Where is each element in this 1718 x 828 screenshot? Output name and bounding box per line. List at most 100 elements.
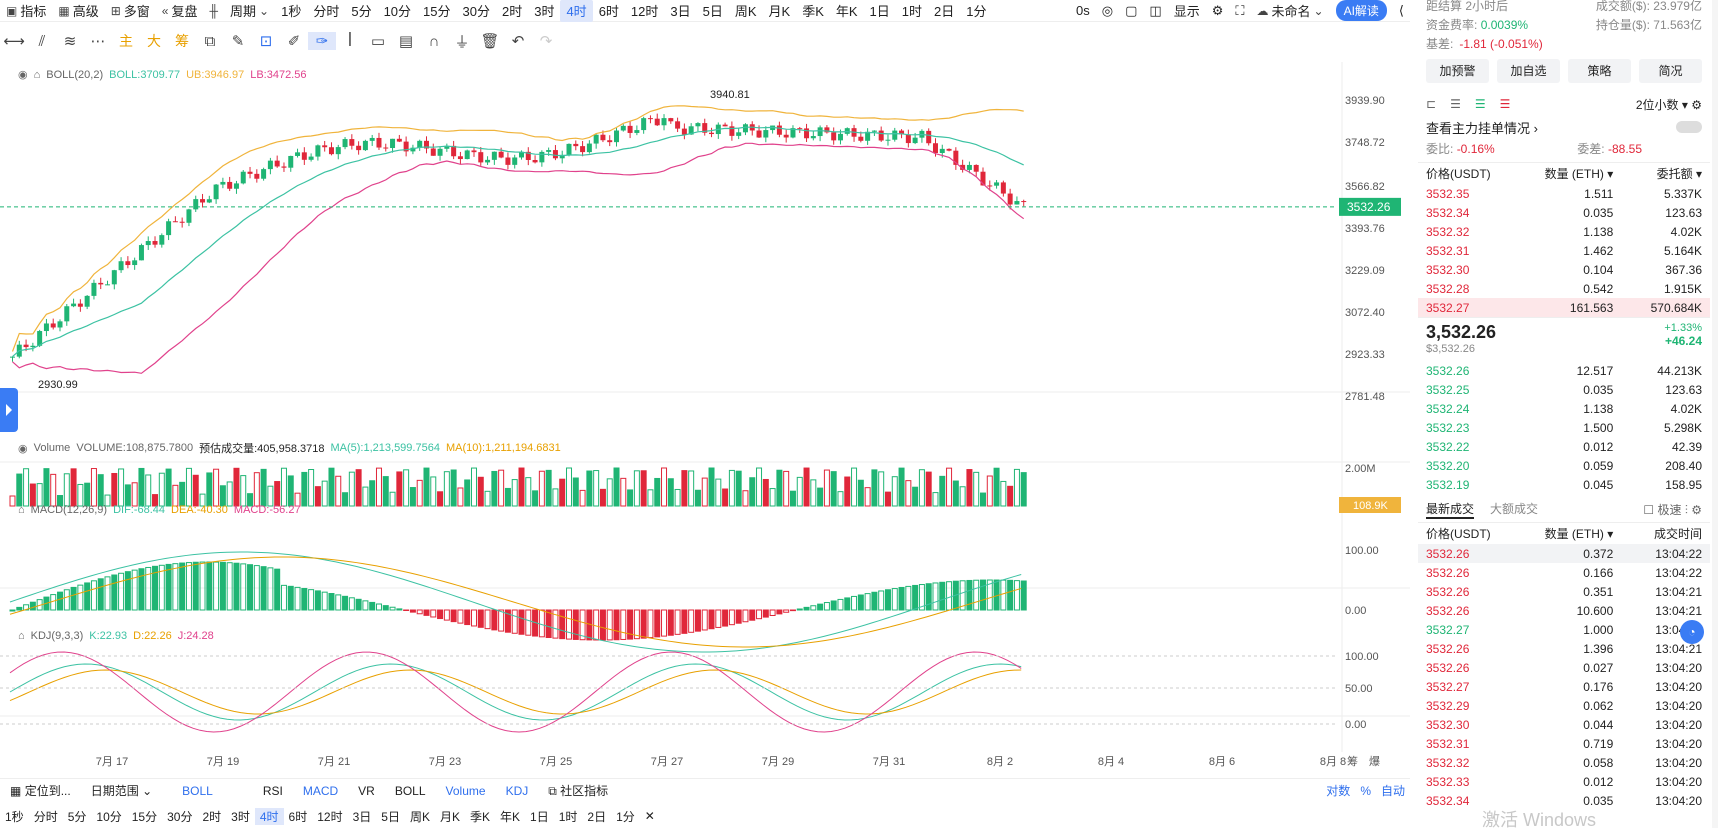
orderbook-row[interactable]: 3532.23 1.500 5.298K xyxy=(1418,418,1710,437)
period-11[interactable]: 2时 xyxy=(496,0,528,22)
bottom-period-8[interactable]: 4时 xyxy=(254,807,284,825)
orderbook-row[interactable]: 3532.26 12.517 44.213K xyxy=(1418,361,1710,380)
orderbook-row[interactable]: 3532.25 0.035 123.63 xyxy=(1418,380,1710,399)
period-17[interactable]: 5日 xyxy=(697,0,729,22)
multi-window-button[interactable]: ⊞ 多窗 xyxy=(105,0,156,22)
orderbook-bids-icon[interactable]: ☰ xyxy=(1475,97,1486,111)
bottom-period-18[interactable]: 1时 xyxy=(554,808,583,825)
period-7[interactable]: 5分 xyxy=(345,0,377,22)
orderbook-mode-icon[interactable]: ☰ xyxy=(1450,97,1461,111)
period-16[interactable]: 3日 xyxy=(664,0,696,22)
period-20[interactable]: 季K xyxy=(796,0,830,22)
trade-qty-header[interactable]: 数量 (ETH) ▾ xyxy=(1534,525,1614,542)
qty-header[interactable]: 数量 (ETH) ▾ xyxy=(1534,165,1614,182)
lock-icon[interactable]: ⌂ xyxy=(18,504,25,516)
period-8[interactable]: 10分 xyxy=(378,0,417,22)
orderbook-row[interactable]: 3532.35 1.511 5.337K xyxy=(1418,184,1710,203)
filter-icon[interactable]: ⫶ xyxy=(1685,503,1688,517)
date-range-dropdown[interactable]: 日期范围 ⌄ xyxy=(81,782,162,799)
text-icon[interactable]: ▤ xyxy=(392,32,420,50)
bottom-period-9[interactable]: 6时 xyxy=(284,808,313,825)
pen-icon[interactable]: ✎ xyxy=(224,32,252,50)
copy-icon[interactable]: ⧉ xyxy=(196,33,224,50)
chips-button[interactable]: 筹 xyxy=(168,31,196,51)
period-24[interactable]: 2日 xyxy=(928,0,960,22)
period-15[interactable]: 12时 xyxy=(625,0,664,22)
big-order-button[interactable]: 大 xyxy=(140,31,168,51)
period-14[interactable]: 6时 xyxy=(593,0,625,22)
period-dropdown[interactable]: 周期 ⌄ xyxy=(224,0,275,22)
layout-icon[interactable]: ◫ xyxy=(1143,0,1167,22)
floating-action-button[interactable]: ◔ xyxy=(1680,620,1704,644)
add-alert-button[interactable]: 加预警 xyxy=(1426,59,1489,83)
bottom-period-7[interactable]: 3时 xyxy=(226,808,255,825)
period-19[interactable]: 月K xyxy=(763,0,797,22)
bottom-period-15[interactable]: 季K xyxy=(465,808,495,825)
line-tool-icon[interactable]: ⟷ xyxy=(0,32,28,50)
amount-header[interactable]: 委托额 ▾ xyxy=(1613,165,1702,182)
undo-icon[interactable]: ↶ xyxy=(504,32,532,50)
period-5[interactable]: 1秒 xyxy=(275,0,307,22)
trash-icon[interactable]: 🗑 xyxy=(476,32,504,50)
indicator-button[interactable]: ▣ 指标 xyxy=(0,0,52,22)
add-watchlist-button[interactable]: 加自选 xyxy=(1497,59,1560,83)
period-21[interactable]: 年K xyxy=(830,0,864,22)
bottom-period-20[interactable]: 1分 xyxy=(611,808,640,825)
bottom-period-6[interactable]: 2时 xyxy=(197,808,226,825)
settings-icon[interactable]: ⚙ xyxy=(1206,0,1230,22)
filter-icon[interactable]: ⏚ xyxy=(448,31,476,52)
lock-icon[interactable]: ⌂ xyxy=(18,630,25,642)
orderbook-row[interactable]: 3532.20 0.059 208.40 xyxy=(1418,456,1710,475)
tab-volume[interactable]: Volume xyxy=(436,784,496,798)
orderbook-row[interactable]: 3532.32 1.138 4.02K xyxy=(1418,222,1710,241)
orderbook-row[interactable]: 3532.30 0.104 367.36 xyxy=(1418,260,1710,279)
share-icon[interactable]: ⟨ xyxy=(1393,0,1410,22)
percent-toggle[interactable]: % xyxy=(1355,784,1376,798)
eye-icon[interactable]: ◉ xyxy=(18,442,28,455)
tab-vr[interactable]: VR xyxy=(348,784,385,798)
fast-checkbox[interactable]: ☐ xyxy=(1643,503,1654,517)
bottom-period-5[interactable]: 30分 xyxy=(162,808,197,825)
bottom-period-1[interactable]: 分时 xyxy=(29,808,63,825)
pattern-icon[interactable]: ꟾ xyxy=(336,32,364,50)
period-25[interactable]: 1分 xyxy=(960,0,992,22)
camera-icon[interactable]: ◎ xyxy=(1096,0,1119,22)
kline-chart[interactable]: 3939.90 3748.72 3566.82 3393.76 3229.09 3072.… xyxy=(0,62,1410,778)
decimals-dropdown[interactable]: 2位小数 xyxy=(1636,98,1679,112)
orderbook-row[interactable]: 3532.22 0.012 42.39 xyxy=(1418,437,1710,456)
locate-button[interactable]: ▦ 定位到... xyxy=(0,782,81,799)
magnet-icon[interactable]: ∩ xyxy=(420,33,448,50)
period-10[interactable]: 30分 xyxy=(457,0,496,22)
brush-icon[interactable]: ✑ xyxy=(308,32,336,50)
parallel-tool-icon[interactable]: ⫽ xyxy=(28,33,56,50)
main-force-button[interactable]: 主 xyxy=(112,31,140,51)
period-12[interactable]: 3时 xyxy=(528,0,560,22)
cloud-save-button[interactable]: ☁ 未命名 ⌄ xyxy=(1251,0,1330,22)
fib-tool-icon[interactable]: ≋ xyxy=(56,32,84,50)
tab-latest-trades[interactable]: 最新成交 xyxy=(1426,500,1475,519)
bottom-period-19[interactable]: 2日 xyxy=(582,808,611,825)
period-9[interactable]: 15分 xyxy=(417,0,456,22)
display-button[interactable]: 显示 xyxy=(1168,0,1206,22)
cursor-icon[interactable]: ⊡ xyxy=(252,32,280,50)
community-indicator-button[interactable]: ⧉ 社区指标 xyxy=(538,782,618,799)
period-23[interactable]: 1时 xyxy=(896,0,928,22)
lock-icon[interactable]: ⌂ xyxy=(34,69,41,81)
chart-type-button[interactable]: ╫ xyxy=(204,0,225,22)
auto-toggle[interactable]: 自动 xyxy=(1376,782,1410,799)
chart-area[interactable]: 3939.90 3748.72 3566.82 3393.76 3229.09 3072.… xyxy=(0,62,1410,778)
bottom-period-14[interactable]: 月K xyxy=(435,808,465,825)
orderbook-row[interactable]: 3532.34 0.035 123.63 xyxy=(1418,203,1710,222)
period-22[interactable]: 1日 xyxy=(864,0,896,22)
orderbook-row[interactable]: 3532.28 0.542 1.915K xyxy=(1418,279,1710,298)
tab-macd[interactable]: MACD xyxy=(293,784,348,798)
tab-boll[interactable]: BOLL xyxy=(385,784,436,798)
bottom-period-12[interactable]: 5日 xyxy=(376,808,405,825)
redo-icon[interactable]: ↷ xyxy=(532,32,560,50)
bottom-period-10[interactable]: 12时 xyxy=(312,808,347,825)
settings-icon[interactable]: ⚙ xyxy=(1691,503,1702,517)
bottom-period-13[interactable]: 周K xyxy=(405,808,435,825)
orderbook-row[interactable]: 3532.24 1.138 4.02K xyxy=(1418,399,1710,418)
main-orders-toggle[interactable] xyxy=(1676,121,1702,133)
ruler-icon[interactable]: ✐ xyxy=(280,32,308,50)
